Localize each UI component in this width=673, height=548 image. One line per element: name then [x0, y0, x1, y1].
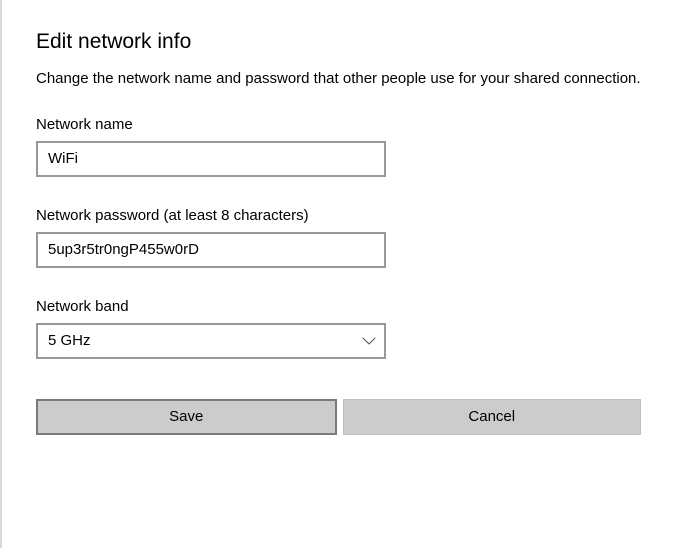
network-band-select[interactable]: 5 GHz: [36, 323, 386, 359]
button-row: Save Cancel: [36, 399, 641, 435]
network-password-input[interactable]: [36, 232, 386, 268]
network-band-group: Network band 5 GHz: [36, 298, 641, 359]
network-band-select-wrap: 5 GHz: [36, 323, 386, 359]
network-name-label: Network name: [36, 116, 641, 133]
page-description: Change the network name and password tha…: [36, 68, 641, 90]
network-password-group: Network password (at least 8 characters): [36, 207, 641, 268]
network-name-group: Network name: [36, 116, 641, 177]
save-button[interactable]: Save: [36, 399, 337, 435]
network-name-input[interactable]: [36, 141, 386, 177]
page-title: Edit network info: [36, 30, 641, 54]
network-password-label: Network password (at least 8 characters): [36, 207, 641, 224]
network-band-label: Network band: [36, 298, 641, 315]
cancel-button[interactable]: Cancel: [343, 399, 642, 435]
